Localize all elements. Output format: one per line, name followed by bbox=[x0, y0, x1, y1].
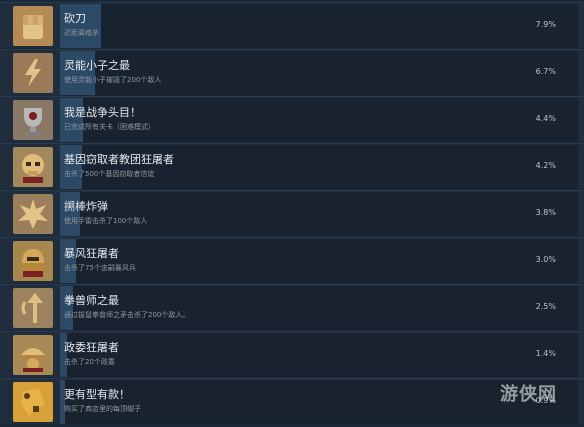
helmet-icon bbox=[13, 241, 53, 281]
commissar-hat-icon bbox=[13, 335, 53, 375]
achievement-row[interactable]: 我是战争头目！ 已完成所有关卡（困难模式） 4.4% bbox=[0, 96, 584, 142]
achievement-row[interactable]: 基因窃取者教团狂屠者击杀了500个基因窃取者信徒 4.2% bbox=[0, 143, 584, 189]
achievement-row[interactable]: 政委狂屠者击杀了20个政委 1.4% bbox=[0, 331, 584, 377]
progress-track bbox=[60, 239, 578, 283]
unlock-percentage: 4.4% bbox=[535, 114, 556, 123]
trophy-icon bbox=[13, 100, 53, 140]
achievement-description: 使用手雷击杀了100个敌人 bbox=[64, 217, 148, 225]
progress-track bbox=[60, 4, 578, 48]
unlock-percentage: 2.5% bbox=[535, 302, 556, 311]
achievement-row[interactable]: 暴风狂屠者击杀了75个忠嗣暴风兵 3.0% bbox=[0, 237, 584, 283]
achievement-title: 政委狂屠者 bbox=[64, 341, 119, 354]
achievement-title: 搠棒炸弹 bbox=[64, 200, 108, 213]
spear-icon bbox=[13, 288, 53, 328]
unlock-percentage: 4.2% bbox=[535, 161, 556, 170]
progress-track bbox=[60, 192, 578, 236]
unlock-percentage: 7.9% bbox=[535, 20, 556, 29]
site-watermark: 游侠网 bbox=[500, 384, 557, 405]
cultist-skull-icon bbox=[13, 147, 53, 187]
fist-icon bbox=[13, 6, 53, 46]
achievement-title: 更有型有款！ bbox=[64, 388, 130, 401]
progress-track bbox=[60, 333, 578, 377]
unlock-percentage: 1.4% bbox=[535, 349, 556, 358]
lightning-icon bbox=[13, 53, 53, 93]
unlock-percentage: 3.0% bbox=[535, 255, 556, 264]
achievement-title: 灵能小子之最 bbox=[64, 59, 130, 72]
achievement-row[interactable]: 搠棒炸弹使用手雷击杀了100个敌人 3.8% bbox=[0, 190, 584, 236]
achievement-description: 已完成所有关卡（困难模式） bbox=[64, 123, 155, 131]
unlock-percentage: 3.8% bbox=[535, 208, 556, 217]
achievement-row[interactable]: 拳兽师之最通过拔鼠拳兽师之矛击杀了200个敌人。 2.5% bbox=[0, 284, 584, 330]
progress-track bbox=[60, 51, 578, 95]
achievement-description: 击杀了500个基因窃取者信徒 bbox=[64, 170, 155, 178]
achievement-description: 击杀了20个政委 bbox=[64, 358, 115, 366]
achievement-description: 通过拔鼠拳兽师之矛击杀了200个敌人。 bbox=[64, 311, 190, 319]
explosion-icon bbox=[13, 194, 53, 234]
achievement-title: 暴风狂屠者 bbox=[64, 247, 119, 260]
achievement-description: 使用灵能小子摧毁了200个敌人 bbox=[64, 76, 162, 84]
achievement-title: 砍刀 bbox=[64, 12, 86, 25]
achievement-description: 购买了商店里的每顶帽子 bbox=[64, 405, 141, 413]
achievement-row[interactable]: 砍刀近距离格杀 7.9% bbox=[0, 2, 584, 48]
achievement-row[interactable]: 更有型有款！ 购买了商店里的每顶帽子 0.9% bbox=[0, 378, 584, 424]
progress-track bbox=[60, 286, 578, 330]
achievement-row[interactable]: 灵能小子之最使用灵能小子摧毁了200个敌人 6.7% bbox=[0, 49, 584, 95]
achievement-description: 击杀了75个忠嗣暴风兵 bbox=[64, 264, 136, 272]
achievement-description: 近距离格杀 bbox=[64, 29, 99, 37]
achievement-title: 拳兽师之最 bbox=[64, 294, 119, 307]
achievement-title: 我是战争头目！ bbox=[64, 106, 141, 119]
shopping-tag-icon bbox=[13, 382, 53, 422]
unlock-percentage: 6.7% bbox=[535, 67, 556, 76]
achievement-title: 基因窃取者教团狂屠者 bbox=[64, 153, 174, 166]
